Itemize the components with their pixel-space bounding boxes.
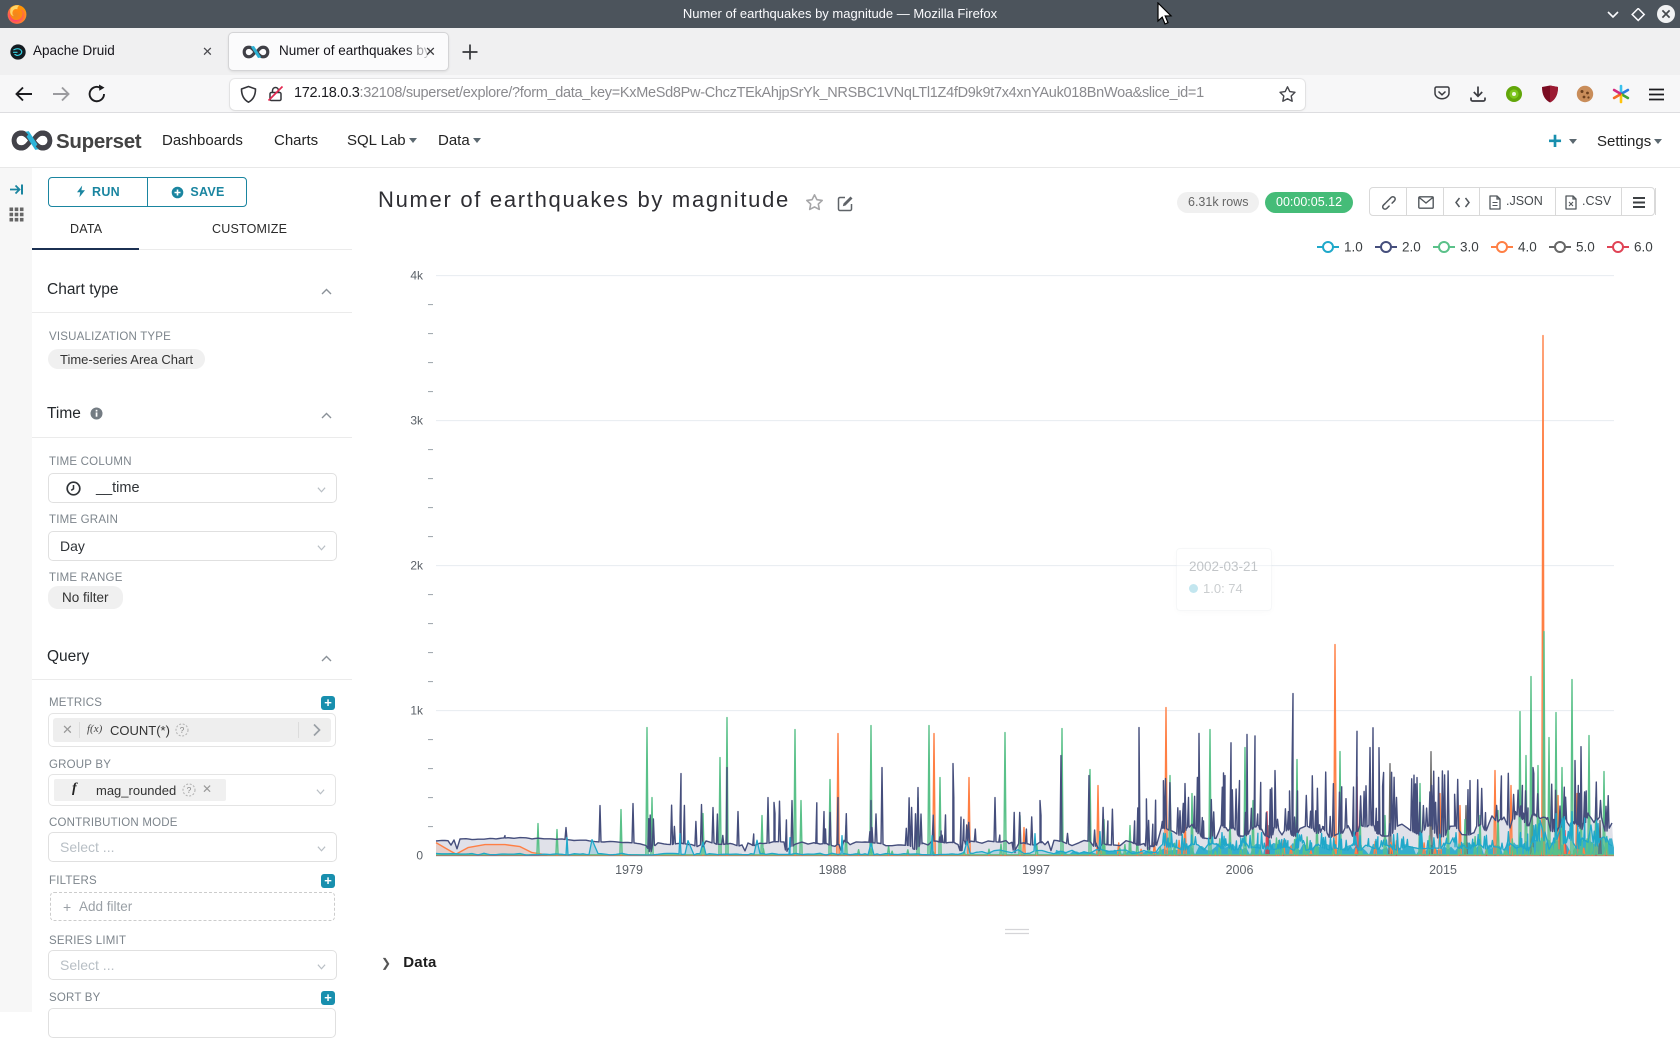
svg-text:?: ? <box>187 785 192 795</box>
svg-text:?: ? <box>180 725 185 735</box>
svg-text:3k: 3k <box>410 414 424 428</box>
svg-text:2015: 2015 <box>1429 863 1457 877</box>
svg-text:2006: 2006 <box>1226 863 1254 877</box>
svg-text:4k: 4k <box>410 269 424 283</box>
svg-text:2k: 2k <box>410 559 424 573</box>
svg-text:1988: 1988 <box>819 863 847 877</box>
svg-text:0: 0 <box>416 849 423 863</box>
svg-text:1k: 1k <box>410 704 424 718</box>
svg-text:1997: 1997 <box>1022 863 1050 877</box>
svg-text:1979: 1979 <box>615 863 643 877</box>
